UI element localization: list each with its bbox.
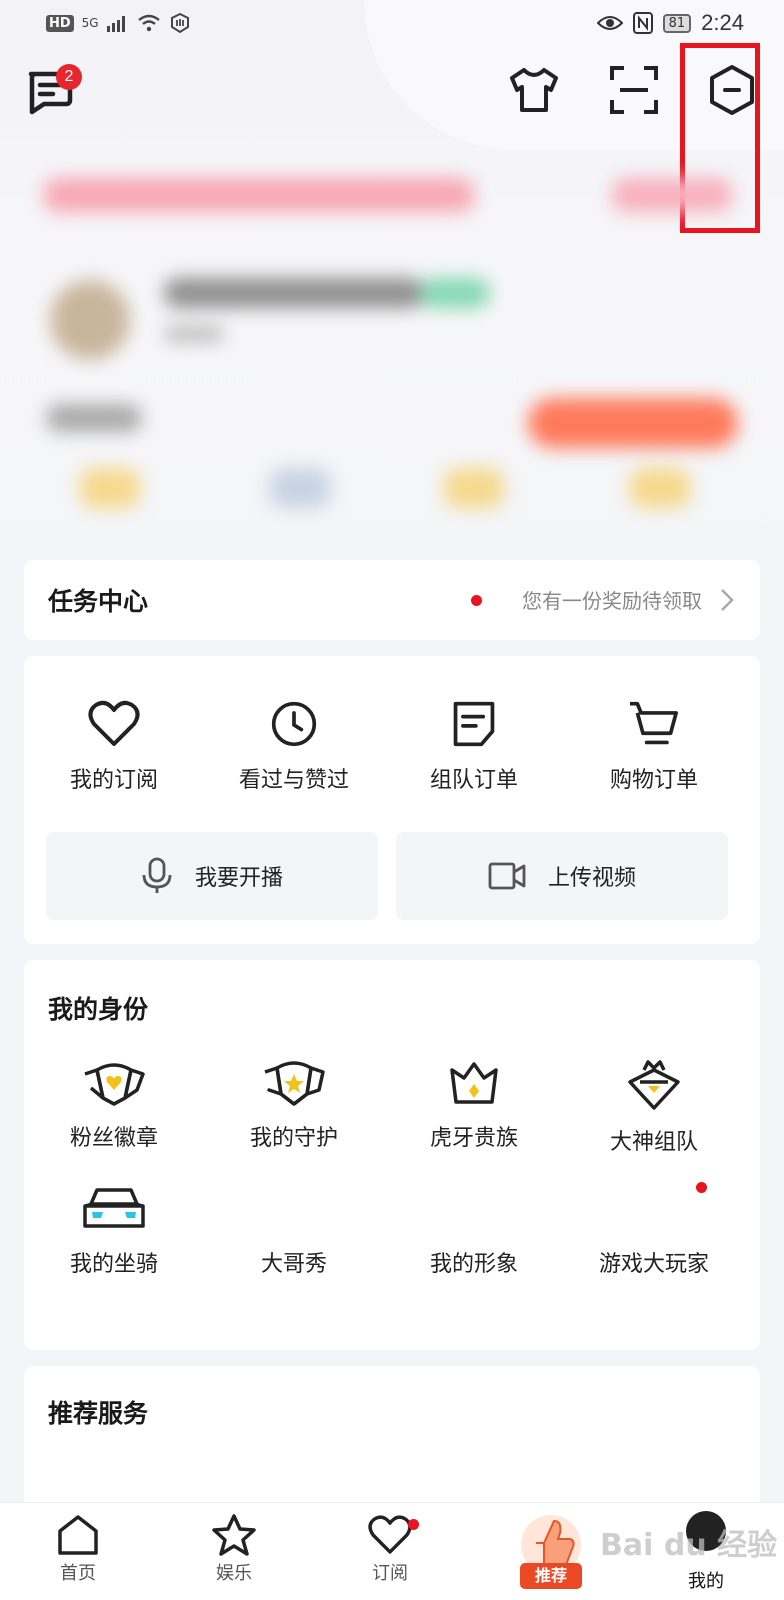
huya-noble-label: 虎牙贵族 <box>429 1126 518 1151</box>
start-broadcast-button[interactable]: 我要开播 <box>46 832 378 920</box>
chevron-right-icon <box>721 589 734 611</box>
big-brother-show-label: 大哥秀 <box>260 1252 327 1277</box>
my-avatar-image-label: 我的形象 <box>429 1252 518 1277</box>
my-subscriptions-label: 我的订阅 <box>69 768 158 793</box>
signal-label: 5G <box>81 16 99 30</box>
game-player-label: 游戏大玩家 <box>598 1252 709 1277</box>
nav-me-label: 我的 <box>688 1571 724 1592</box>
status-left: HD 5G <box>46 12 191 34</box>
star-icon <box>212 1514 256 1556</box>
heart-icon <box>368 1515 412 1554</box>
recommend-services-title: 推荐服务 <box>48 1399 149 1428</box>
signal-icon <box>106 16 125 32</box>
history-likes-button[interactable]: 看过与赞过 <box>214 700 374 794</box>
game-player-icon-placeholder <box>574 1182 734 1232</box>
team-orders-label: 组队订单 <box>429 768 518 793</box>
nav-me[interactable]: 我的 <box>656 1565 756 1593</box>
note-icon <box>453 701 495 747</box>
nfc-icon <box>632 12 653 34</box>
my-avatar-image-button[interactable]: 我的形象 <box>394 1186 554 1278</box>
game-player-dot <box>696 1182 707 1193</box>
shirt-icon <box>510 68 558 112</box>
my-guard-button[interactable]: 我的守护 <box>214 1060 374 1152</box>
task-reward-hint: 您有一份奖励待领取 <box>522 589 702 613</box>
clock: 2:24 <box>701 10 744 35</box>
battery-indicator: 81 <box>662 13 692 33</box>
big-brother-show-button[interactable]: 大哥秀 <box>214 1186 374 1278</box>
guard-shield-icon <box>264 1061 325 1106</box>
shopping-orders-label: 购物订单 <box>609 768 698 793</box>
status-right: 81 2:24 <box>596 10 744 36</box>
functions-card: 我的订阅 看过与赞过 组队订单 购物订单 我要开播 上传视频 <box>24 656 760 944</box>
hand-icon <box>170 12 189 34</box>
hd-indicator: HD <box>46 14 74 32</box>
nav-subscribe-dot <box>408 1519 419 1530</box>
huya-noble-button[interactable]: 虎牙贵族 <box>394 1060 554 1152</box>
fan-badge-icon <box>84 1063 145 1106</box>
skin-button[interactable] <box>508 64 560 116</box>
identity-card: 我的身份 粉丝徽章 我的守护 虎牙贵族 大神组队 我的坐骑 大哥秀 我的形象 游… <box>24 960 760 1350</box>
nav-home[interactable]: 首页 <box>28 1513 128 1585</box>
nav-entertainment-label: 娱乐 <box>216 1563 252 1584</box>
blurred-profile-area <box>0 150 784 550</box>
nav-home-label: 首页 <box>60 1563 96 1584</box>
video-camera-icon <box>488 862 526 890</box>
god-team-icon <box>628 1060 680 1110</box>
eye-icon <box>596 16 623 30</box>
big-brother-show-icon-placeholder <box>214 1186 374 1232</box>
my-avatar-image-icon-placeholder <box>394 1186 554 1232</box>
car-icon <box>83 1188 145 1228</box>
nav-recommend[interactable]: 推荐 <box>516 1507 586 1597</box>
task-center-card[interactable]: 任务中心 您有一份奖励待领取 <box>24 560 760 640</box>
fan-badge-button[interactable]: 粉丝徽章 <box>34 1060 194 1152</box>
scan-icon <box>610 66 658 114</box>
home-icon <box>58 1515 98 1555</box>
message-badge: 2 <box>56 64 82 90</box>
my-guard-label: 我的守护 <box>249 1126 338 1151</box>
clock-icon <box>271 701 317 747</box>
nav-subscribe-label: 订阅 <box>372 1563 408 1584</box>
my-mount-button[interactable]: 我的坐骑 <box>34 1186 194 1278</box>
heart-icon <box>88 700 140 746</box>
microphone-icon <box>142 857 172 893</box>
task-center-title: 任务中心 <box>48 587 149 616</box>
noble-crown-icon <box>450 1062 498 1104</box>
wifi-icon <box>137 14 160 32</box>
history-likes-label: 看过与赞过 <box>238 768 349 793</box>
nav-entertainment[interactable]: 娱乐 <box>184 1513 284 1585</box>
nav-recommend-label: 推荐 <box>520 1563 582 1589</box>
fan-badge-label: 粉丝徽章 <box>69 1126 158 1151</box>
my-subscriptions-button[interactable]: 我的订阅 <box>34 700 194 794</box>
baidu-watermark: Bai du 经验 <box>600 1528 778 1563</box>
cart-icon <box>630 701 678 745</box>
start-broadcast-label: 我要开播 <box>194 866 283 891</box>
upload-video-button[interactable]: 上传视频 <box>396 832 728 920</box>
game-player-button[interactable]: 游戏大玩家 <box>574 1182 734 1278</box>
identity-title: 我的身份 <box>48 995 149 1024</box>
status-bar: HD 5G 81 2:24 <box>0 0 784 48</box>
god-team-button[interactable]: 大神组队 <box>574 1060 734 1156</box>
team-orders-button[interactable]: 组队订单 <box>394 700 554 794</box>
scan-button[interactable] <box>608 64 660 116</box>
god-team-label: 大神组队 <box>609 1130 698 1155</box>
nav-subscribe[interactable]: 订阅 <box>340 1513 440 1585</box>
shopping-orders-button[interactable]: 购物订单 <box>574 700 734 794</box>
task-reward-dot <box>471 595 482 606</box>
upload-video-label: 上传视频 <box>547 866 636 891</box>
my-mount-label: 我的坐骑 <box>69 1252 158 1277</box>
